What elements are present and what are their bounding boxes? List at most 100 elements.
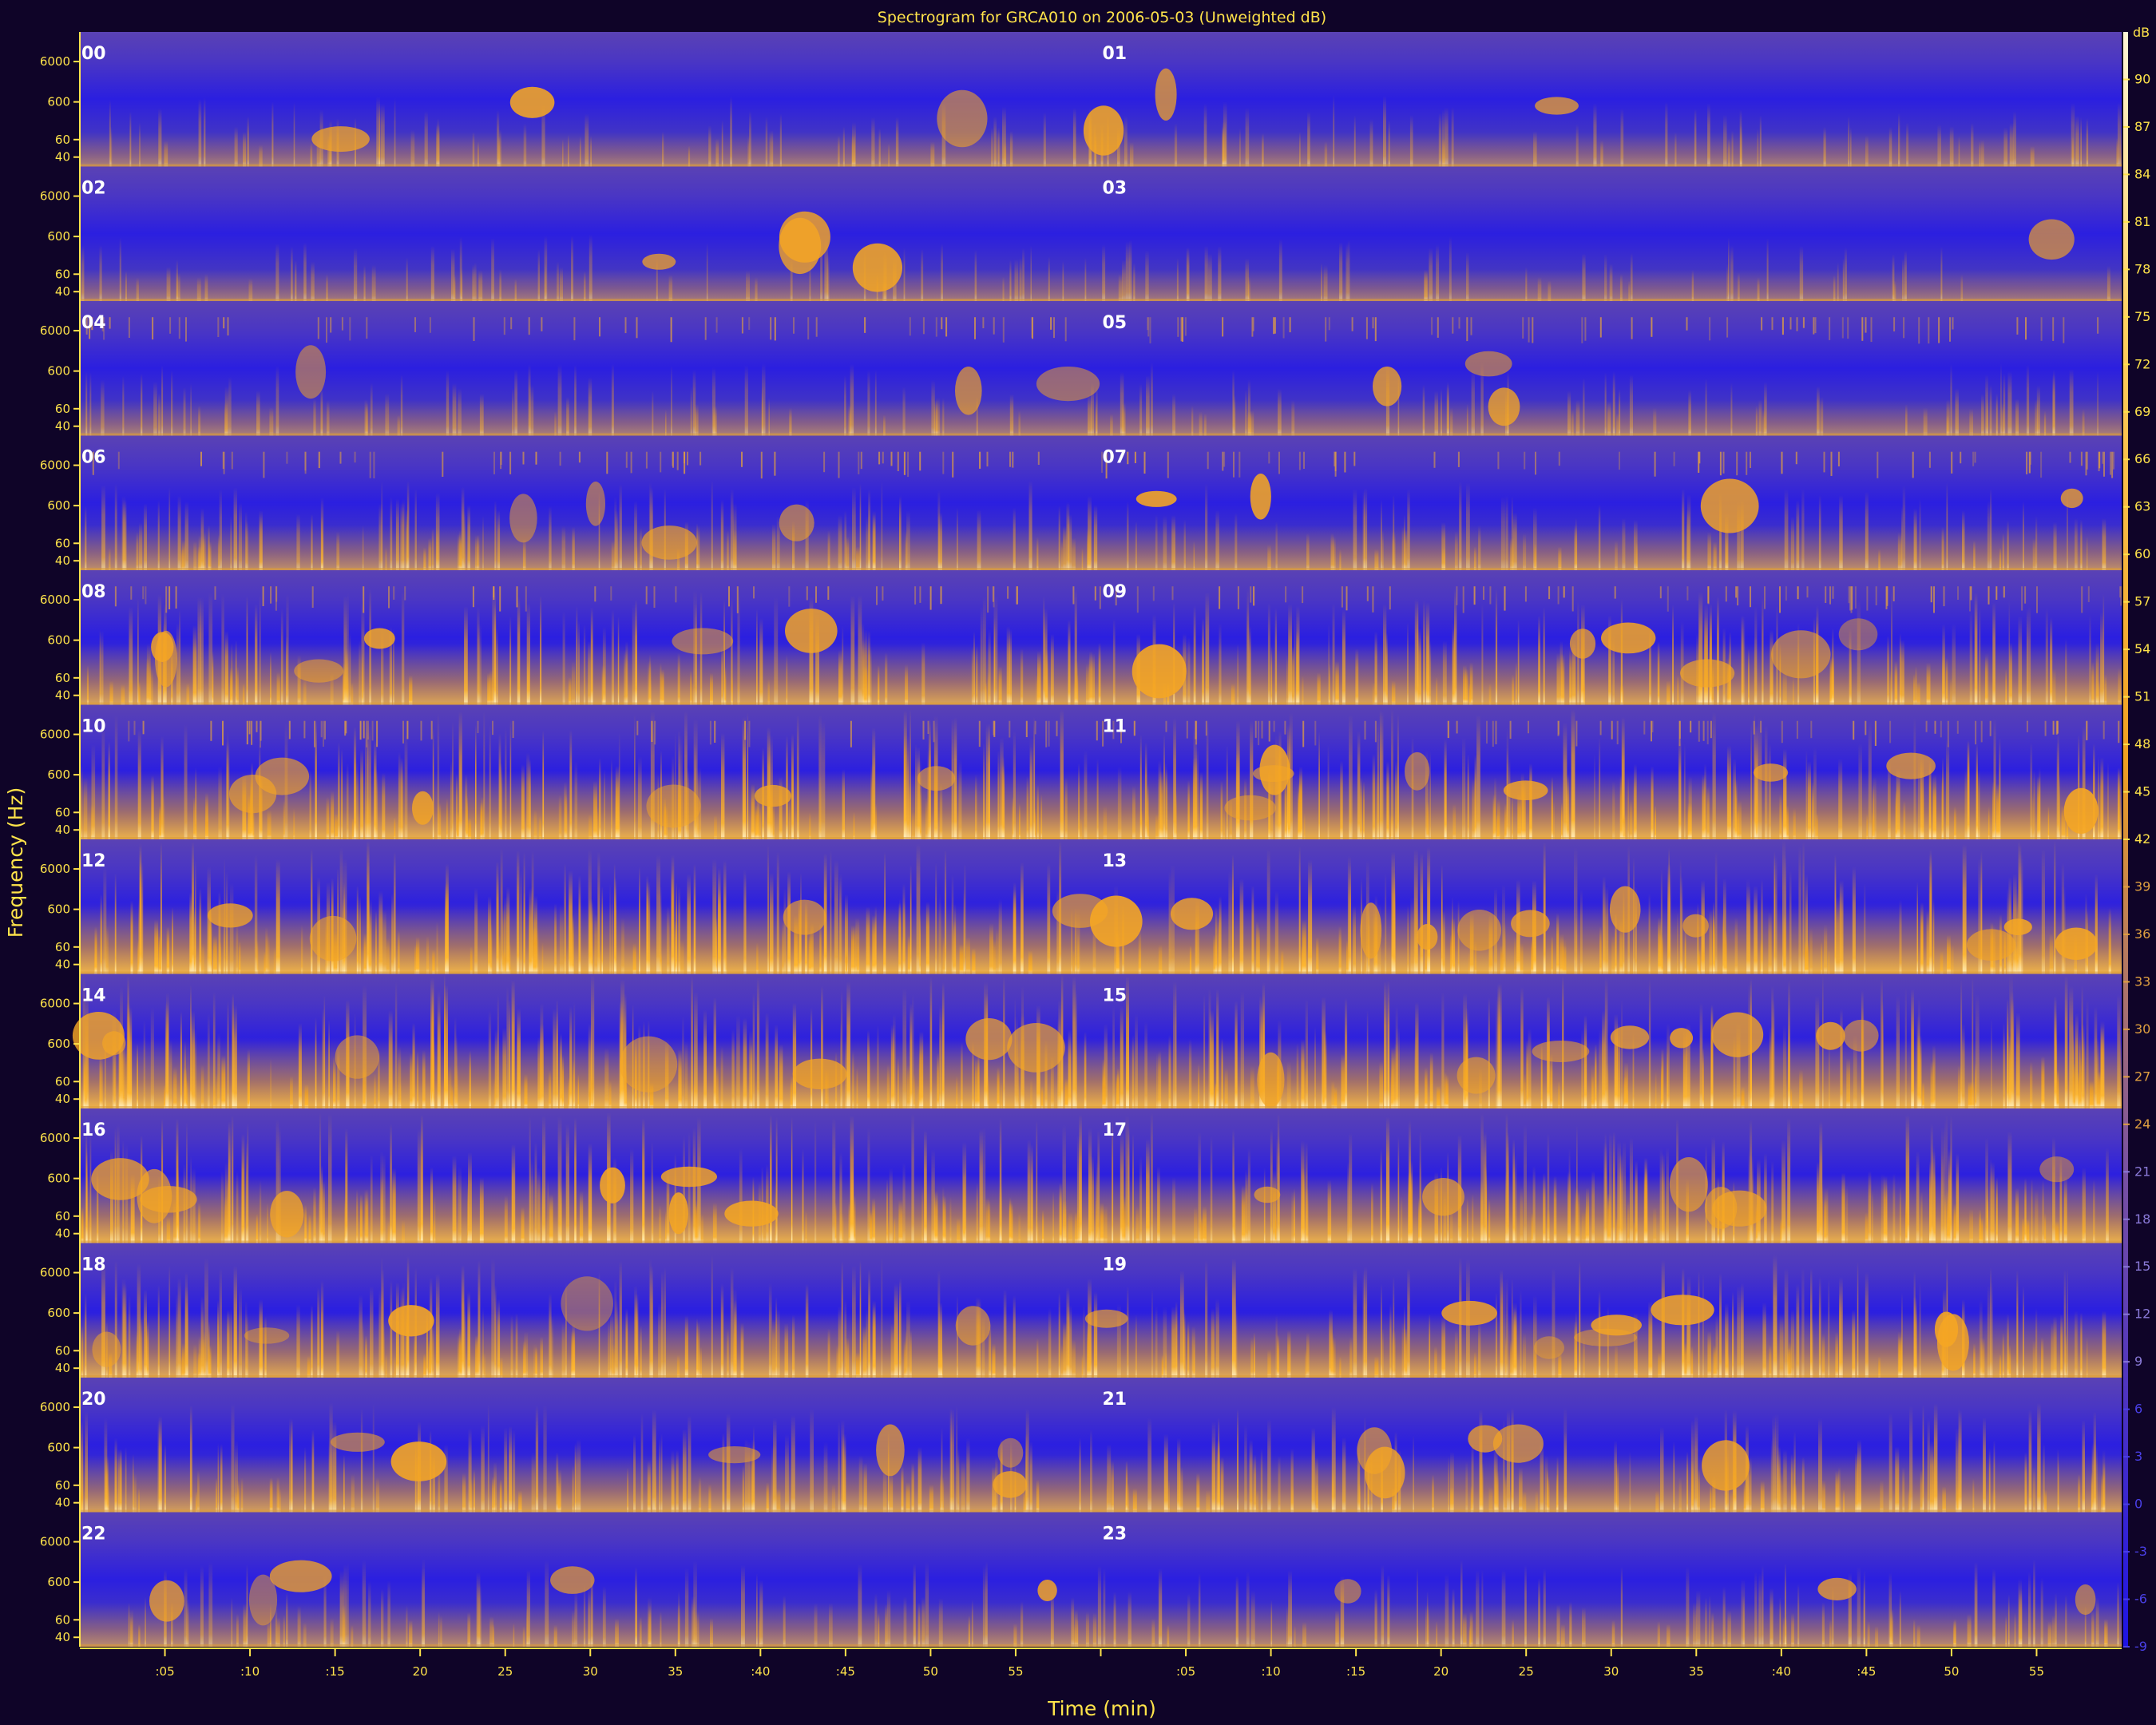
- insect-tick: [1889, 720, 1892, 744]
- insect-tick: [1737, 586, 1739, 606]
- energy-streak: [906, 735, 910, 839]
- energy-streak: [204, 97, 206, 167]
- energy-streak: [410, 129, 415, 167]
- energy-streak: [481, 1425, 485, 1513]
- energy-streak: [1972, 1477, 1975, 1513]
- db-tick-label: 69: [2134, 404, 2150, 419]
- energy-streak: [805, 1283, 809, 1378]
- energy-streak: [1253, 1332, 1255, 1378]
- energy-streak: [195, 1491, 198, 1513]
- energy-streak: [137, 1043, 138, 1108]
- energy-streak: [1063, 525, 1067, 570]
- energy-streak: [920, 790, 921, 839]
- call-blob: [1155, 68, 1177, 121]
- energy-streak: [1919, 498, 1921, 570]
- call-blob: [550, 1566, 595, 1594]
- energy-streak: [578, 875, 581, 974]
- insect-tick: [1268, 451, 1270, 464]
- energy-streak: [543, 1405, 547, 1513]
- energy-streak: [1953, 1204, 1956, 1243]
- energy-streak: [1611, 935, 1615, 974]
- energy-streak: [1844, 247, 1847, 301]
- energy-streak: [1816, 813, 1818, 839]
- energy-streak: [463, 1300, 466, 1378]
- energy-streak: [1245, 389, 1247, 436]
- energy-streak: [177, 495, 181, 570]
- energy-streak: [1262, 133, 1264, 167]
- energy-streak: [283, 799, 285, 839]
- energy-streak: [1290, 1448, 1294, 1513]
- insect-tick: [1233, 451, 1235, 478]
- energy-streak: [1232, 1128, 1235, 1243]
- energy-streak: [104, 1418, 108, 1513]
- energy-streak: [1880, 1480, 1884, 1513]
- energy-streak: [2042, 1180, 2044, 1243]
- energy-streak: [2002, 533, 2004, 570]
- energy-streak: [1036, 784, 1039, 839]
- energy-streak: [328, 1113, 332, 1243]
- energy-streak: [1245, 258, 1250, 301]
- energy-streak: [144, 1289, 147, 1378]
- energy-streak: [1993, 1440, 1995, 1513]
- insect-tick: [744, 720, 747, 740]
- insect-tick: [850, 720, 852, 748]
- energy-streak: [1468, 1625, 1472, 1647]
- energy-streak: [572, 526, 575, 570]
- energy-streak: [850, 363, 854, 436]
- energy-streak: [921, 248, 924, 301]
- energy-streak: [1500, 945, 1504, 974]
- call-blob: [783, 899, 826, 935]
- energy-streak: [424, 110, 428, 167]
- energy-streak: [1104, 1205, 1108, 1243]
- energy-streak: [711, 1255, 713, 1378]
- energy-streak: [1709, 1596, 1711, 1647]
- energy-streak: [872, 510, 876, 570]
- energy-streak: [997, 1067, 1000, 1108]
- energy-streak: [1204, 1218, 1207, 1243]
- call-blob: [724, 1200, 779, 1227]
- energy-streak: [547, 1179, 549, 1243]
- energy-streak: [846, 981, 850, 1108]
- energy-streak: [275, 243, 279, 301]
- energy-streak: [125, 1447, 127, 1513]
- energy-streak: [696, 1318, 698, 1378]
- energy-streak: [1324, 141, 1328, 167]
- energy-streak: [690, 387, 692, 436]
- energy-streak: [1251, 885, 1254, 974]
- energy-streak: [957, 1218, 961, 1243]
- energy-streak: [611, 363, 614, 436]
- insect-tick: [130, 586, 133, 600]
- energy-streak: [694, 992, 698, 1108]
- insect-tick: [882, 451, 884, 464]
- energy-streak: [487, 1404, 489, 1513]
- energy-streak: [1621, 999, 1623, 1108]
- insect-tick: [1037, 451, 1040, 465]
- energy-streak: [497, 109, 500, 167]
- insect-tick: [919, 586, 921, 603]
- energy-streak: [85, 1131, 88, 1243]
- energy-streak: [2036, 385, 2040, 436]
- energy-streak: [1657, 1621, 1660, 1647]
- energy-streak: [696, 523, 698, 570]
- energy-streak: [842, 1433, 846, 1513]
- energy-streak: [1505, 1171, 1508, 1243]
- db-tick-label: 87: [2134, 119, 2150, 134]
- energy-streak: [1002, 276, 1005, 301]
- energy-streak: [1771, 1160, 1774, 1243]
- energy-streak: [1193, 541, 1195, 570]
- energy-streak: [549, 1293, 552, 1378]
- energy-streak: [164, 141, 168, 167]
- energy-streak: [1967, 1613, 1972, 1647]
- energy-streak: [937, 1053, 939, 1108]
- energy-streak: [1036, 1479, 1040, 1513]
- insect-tick: [1866, 586, 1869, 611]
- call-blob: [641, 525, 697, 560]
- energy-streak: [1673, 1441, 1675, 1513]
- energy-streak: [1084, 750, 1088, 839]
- energy-streak: [1103, 806, 1108, 839]
- energy-streak: [980, 606, 983, 705]
- energy-streak: [647, 1460, 651, 1513]
- energy-streak: [808, 930, 811, 974]
- energy-streak: [446, 798, 448, 839]
- energy-streak: [1821, 1333, 1825, 1378]
